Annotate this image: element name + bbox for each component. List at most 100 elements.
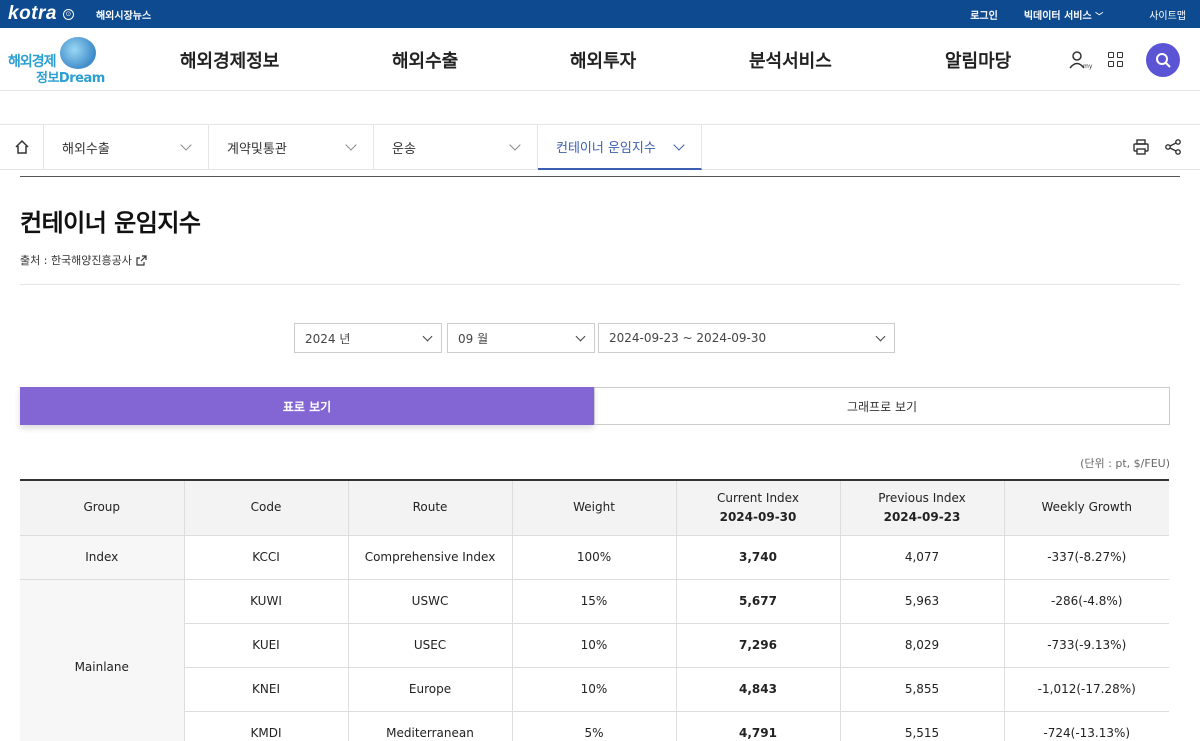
week-value: 2024-09-23 ~ 2024-09-30 <box>609 331 767 345</box>
weight-cell: 100% <box>511 534 677 580</box>
group-cell: Mainlane <box>20 578 185 741</box>
breadcrumb-customs[interactable]: 계약및통관 <box>209 125 374 169</box>
date-filters: 2024 년 09 월 2024-09-23 ~ 2024-09-30 <box>0 323 1200 353</box>
current-cell: 4,843 <box>675 666 841 712</box>
source-label: 출처 : 한국해양진흥공사 <box>20 254 132 267</box>
growth-cell: -724(-13.13%) <box>1003 710 1169 741</box>
month-select[interactable]: 09 월 <box>447 323 595 353</box>
home-button[interactable] <box>0 125 44 169</box>
header-current-date: 2024-09-30 <box>719 509 797 524</box>
route-cell: Mediterranean <box>347 710 513 741</box>
search-button[interactable] <box>1146 42 1180 77</box>
source-link[interactable]: 출처 : 한국해양진흥공사 <box>20 252 1200 268</box>
breadcrumb-label: 컨테이너 운임지수 <box>556 141 656 156</box>
header-previous-date: 2024-09-23 <box>883 509 961 524</box>
weight-cell: 10% <box>511 666 677 712</box>
code-cell: KNEI <box>184 666 349 712</box>
title-divider <box>20 176 1180 177</box>
home-icon <box>14 139 29 154</box>
top-utility-menu: 로그인 빅데이터 서비스 ﹀ 사이트맵 <box>970 0 1200 28</box>
chevron-down-icon <box>509 139 521 151</box>
gnb-investment[interactable]: 해외투자 <box>570 28 636 91</box>
year-select[interactable]: 2024 년 <box>294 323 442 353</box>
code-cell: KCCI <box>183 534 349 580</box>
previous-cell: 4,077 <box>839 534 1005 580</box>
weight-cell: 15% <box>511 578 677 624</box>
gnb-export[interactable]: 해외수출 <box>392 28 458 91</box>
search-icon <box>1156 52 1171 68</box>
breadcrumb: 해외수출 계약및통관 운송 컨테이너 운임지수 <box>0 125 1200 170</box>
chevron-down-icon <box>673 138 685 151</box>
gnb-notice[interactable]: 알림마당 <box>945 28 1011 91</box>
group-cell: Index <box>20 534 185 580</box>
page-title: 컨테이너 운임지수 <box>20 209 201 237</box>
unit-label: (단위 : pt, $/FEU) <box>1080 457 1170 470</box>
header-growth: Weekly Growth <box>1003 479 1169 536</box>
group-label: Mainlane <box>74 660 129 674</box>
header-group: Group <box>20 479 185 536</box>
gnb-icons: my <box>1068 28 1180 91</box>
breadcrumb-transport[interactable]: 운송 <box>374 125 538 169</box>
tab-graph-view[interactable]: 그래프로 보기 <box>594 387 1170 425</box>
bigdata-service-menu[interactable]: 빅데이터 서비스 ﹀ <box>1024 7 1103 22</box>
month-value: 09 월 <box>458 331 489 346</box>
header-route: Route <box>347 479 513 536</box>
external-link-icon <box>136 254 147 266</box>
chevron-down-icon <box>180 139 192 151</box>
header-weight: Weight <box>511 479 677 536</box>
gnb-analysis[interactable]: 분석서비스 <box>749 28 832 91</box>
login-link[interactable]: 로그인 <box>970 7 998 22</box>
chevron-down-icon: ﹀ <box>1095 11 1104 21</box>
svg-text:my: my <box>1083 63 1093 70</box>
route-cell: Europe <box>347 666 513 712</box>
code-cell: KUWI <box>183 578 349 624</box>
section-divider <box>20 284 1180 285</box>
growth-cell: -286(-4.8%) <box>1003 578 1169 624</box>
chevron-down-icon <box>875 331 886 341</box>
growth-cell: -1,012(-17.28%) <box>1003 666 1169 712</box>
route-cell: Comprehensive Index <box>347 534 513 580</box>
tab-table-view[interactable]: 표로 보기 <box>20 387 594 425</box>
growth-cell: -337(-8.27%) <box>1003 534 1169 580</box>
breadcrumb-label: 해외수출 <box>62 141 110 157</box>
current-cell: 4,791 <box>675 710 841 741</box>
previous-cell: 5,963 <box>839 578 1005 624</box>
kotra-logo[interactable]: kotra <box>8 3 57 25</box>
route-cell: USEC <box>347 622 513 668</box>
my-page-icon[interactable]: my <box>1068 49 1094 71</box>
breadcrumb-label: 운송 <box>392 141 416 157</box>
brand-line2: 정보Dream <box>36 71 105 86</box>
gnb-economic-info[interactable]: 해외경제정보 <box>180 28 279 91</box>
growth-cell: -733(-9.13%) <box>1003 622 1169 668</box>
sub-spacer <box>0 91 1200 125</box>
print-icon[interactable] <box>1132 138 1150 156</box>
previous-cell: 5,855 <box>839 666 1005 712</box>
header-previous: Previous Index 2024-09-23 <box>839 479 1005 536</box>
table-row: Mainlane KUWI USWC 15% 5,677 5,963 -286(… <box>20 578 1169 741</box>
table-row: KUEI USEC 10% 7,296 8,029 -733(-9.13%) <box>20 622 1169 668</box>
share-icon[interactable] <box>1164 138 1182 156</box>
breadcrumb-container-index[interactable]: 컨테이너 운임지수 <box>538 125 702 170</box>
globe-logo-icon <box>60 37 96 69</box>
header-current-label: Current Index <box>717 490 799 505</box>
sitemap-link[interactable]: 사이트맵 <box>1149 7 1186 22</box>
week-select[interactable]: 2024-09-23 ~ 2024-09-30 <box>598 323 895 353</box>
code-cell: KUEI <box>184 622 349 668</box>
header-code: Code <box>183 479 349 536</box>
overseas-news-link[interactable]: 해외시장뉴스 <box>96 7 151 22</box>
header-current: Current Index 2024-09-30 <box>675 479 841 536</box>
header-previous-label: Previous Index <box>878 490 966 505</box>
all-menu-icon[interactable] <box>1108 51 1124 68</box>
previous-cell: 8,029 <box>839 622 1005 668</box>
route-cell: USWC <box>347 578 513 624</box>
chevron-down-icon <box>575 331 586 341</box>
year-value: 2024 년 <box>305 331 351 346</box>
table-row: KNEI Europe 10% 4,843 5,855 -1,012(-17.2… <box>20 666 1169 712</box>
global-navigation: 해외경제 정보Dream 해외경제정보 해외수출 해외투자 분석서비스 알림마당… <box>0 28 1200 91</box>
chevron-down-icon <box>422 331 433 341</box>
previous-cell: 5,515 <box>839 710 1005 741</box>
breadcrumb-export[interactable]: 해외수출 <box>44 125 209 169</box>
table-row: KMDI Mediterranean 5% 4,791 5,515 -724(-… <box>20 710 1169 741</box>
current-cell: 3,740 <box>675 534 841 580</box>
brand-logo[interactable]: 해외경제 정보Dream <box>8 37 108 86</box>
